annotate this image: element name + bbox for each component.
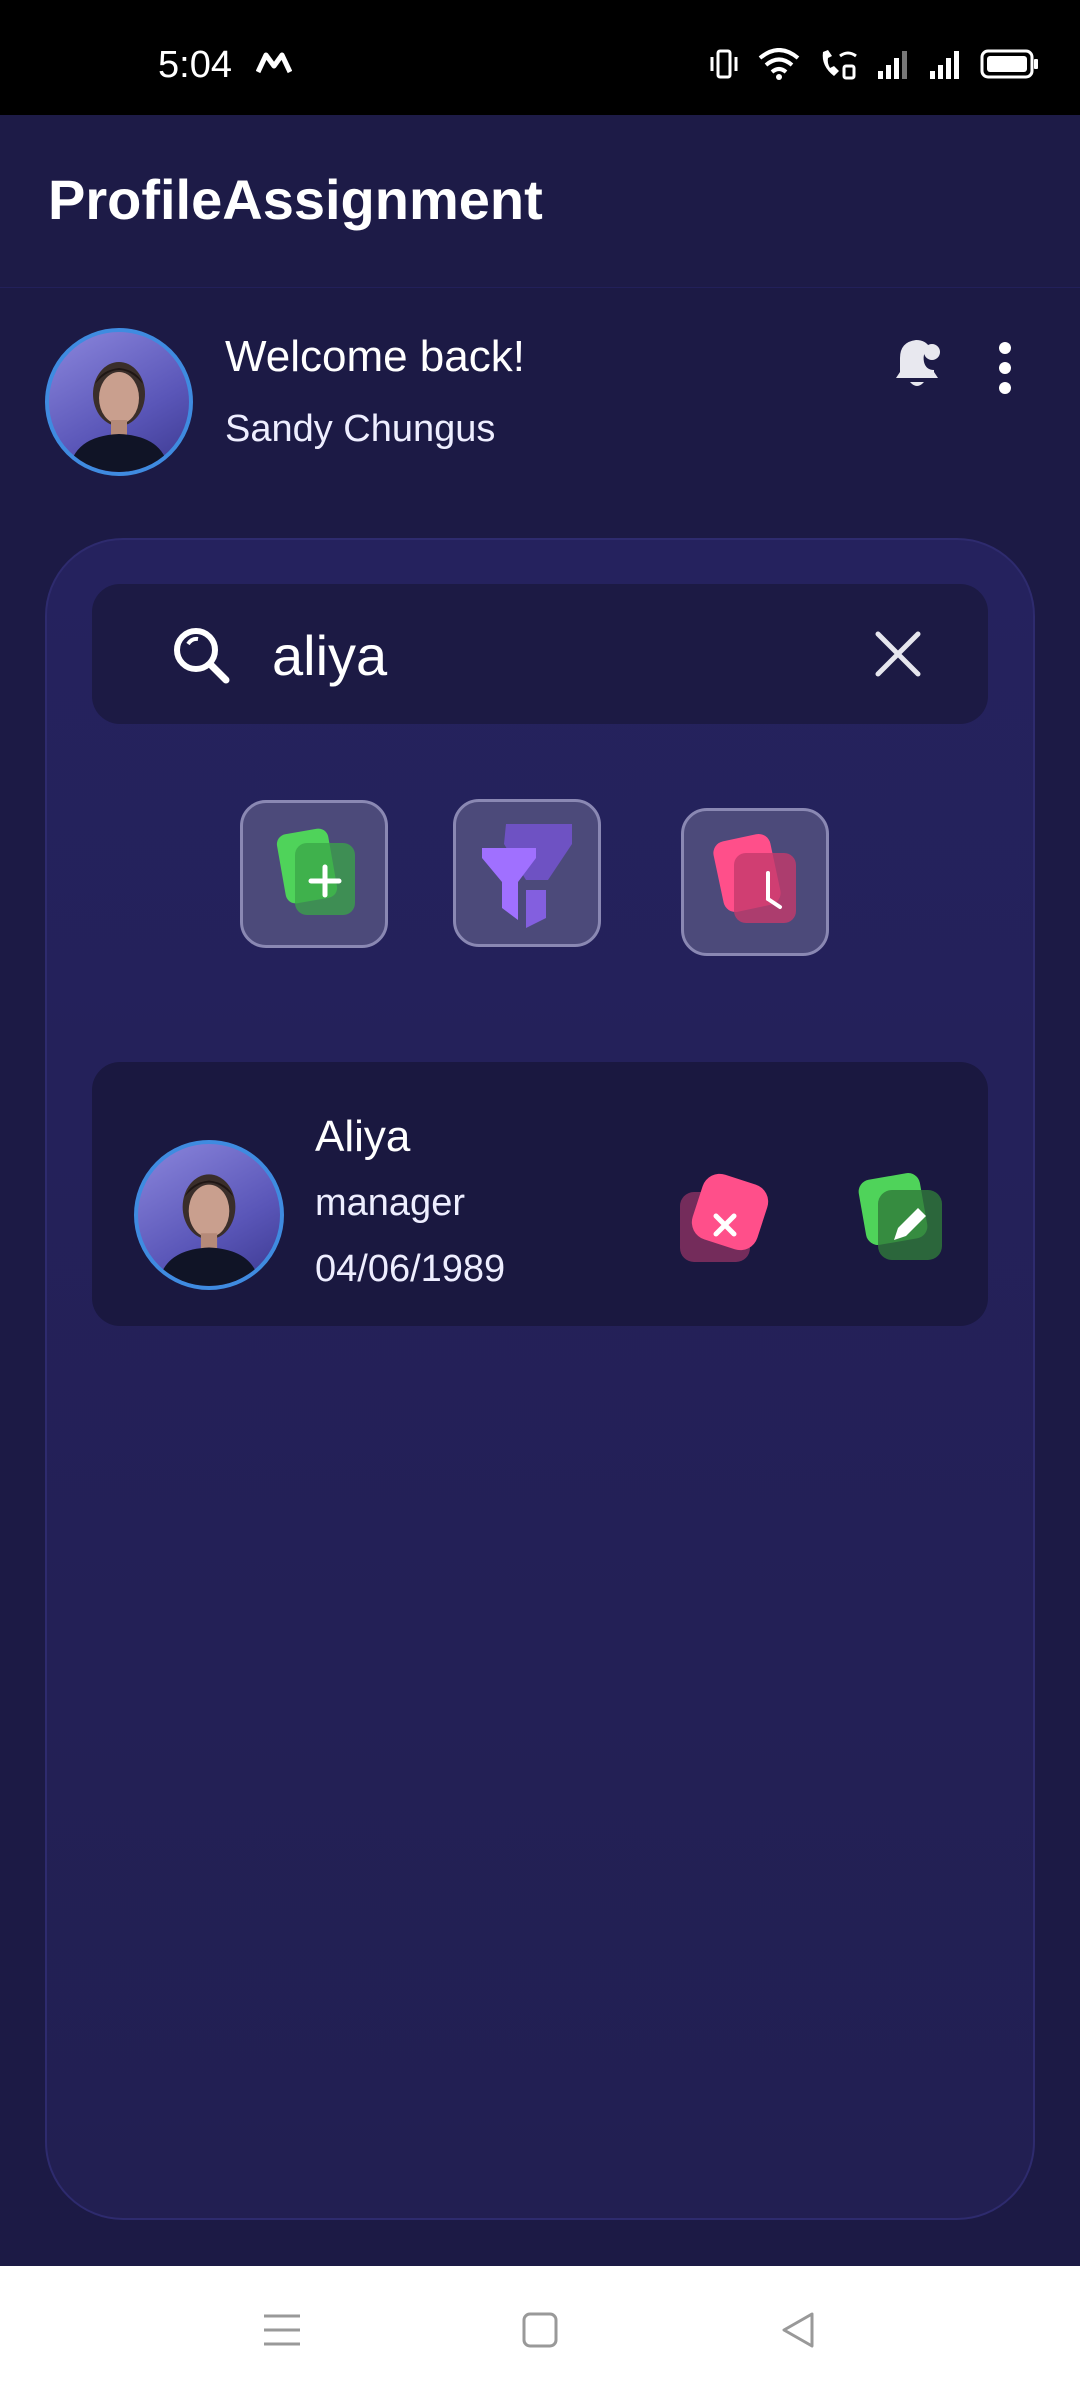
more-options-icon[interactable] (990, 338, 1020, 398)
filter-icon (482, 824, 572, 928)
app-title: ProfileAssignment (48, 168, 543, 231)
result-name: Aliya (315, 1112, 411, 1161)
list-item[interactable]: Aliya manager 04/06/1989 (92, 1062, 988, 1326)
vibrate-icon (710, 49, 738, 79)
status-time: 5:04 (158, 44, 232, 86)
result-role: manager (315, 1182, 465, 1224)
home-icon[interactable] (520, 2310, 560, 2350)
signal-icon (930, 51, 959, 79)
portrait-image (69, 362, 169, 472)
delete-icon[interactable] (678, 1172, 778, 1272)
user-avatar[interactable] (45, 328, 193, 476)
portrait-image (158, 1174, 260, 1286)
search-input[interactable] (270, 622, 834, 689)
signal-icon (878, 51, 907, 79)
battery-icon (980, 49, 1038, 79)
add-profile-button[interactable] (240, 800, 388, 948)
menu-icon[interactable] (262, 2310, 302, 2350)
system-nav-bar (0, 2266, 1080, 2400)
wifi-call-icon (822, 50, 857, 80)
status-bar: 5:04 (0, 0, 1080, 115)
result-date: 04/06/1989 (315, 1248, 506, 1290)
main-card (45, 538, 1035, 2220)
app-bar: ProfileAssignment (0, 115, 1080, 288)
user-header: Welcome back! Sandy Chungus (0, 290, 1080, 520)
search-icon (174, 628, 230, 684)
result-avatar (134, 1140, 284, 1290)
back-icon[interactable] (778, 2310, 818, 2350)
search-bar[interactable] (92, 584, 988, 724)
user-name: Sandy Chungus (225, 408, 496, 450)
edit-icon[interactable] (852, 1170, 952, 1270)
status-icons (708, 48, 1040, 80)
clock-icon (713, 833, 796, 923)
history-button[interactable] (681, 808, 829, 956)
welcome-text: Welcome back! (225, 332, 525, 381)
wifi-icon (758, 48, 800, 80)
filter-button[interactable] (453, 799, 601, 947)
notification-bell-icon[interactable] (888, 330, 948, 396)
clear-icon[interactable] (870, 626, 926, 682)
m-notification-icon (256, 52, 292, 74)
add-icon (276, 828, 355, 915)
